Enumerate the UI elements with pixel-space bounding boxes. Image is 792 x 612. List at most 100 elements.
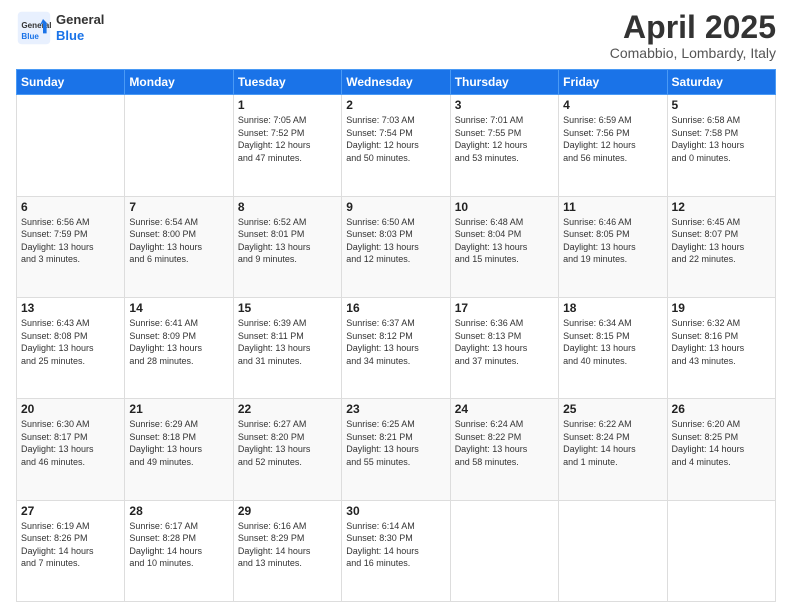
day-info: Sunrise: 7:01 AM Sunset: 7:55 PM Dayligh… [455, 114, 554, 164]
weekday-monday: Monday [125, 70, 233, 95]
day-info: Sunrise: 6:14 AM Sunset: 8:30 PM Dayligh… [346, 520, 445, 570]
calendar-cell: 19 Sunrise: 6:32 AM Sunset: 8:16 PM Dayli… [667, 297, 775, 398]
day-info: Sunrise: 6:41 AM Sunset: 8:09 PM Dayligh… [129, 317, 228, 367]
day-number: 30 [346, 504, 445, 518]
day-info: Sunrise: 6:16 AM Sunset: 8:29 PM Dayligh… [238, 520, 337, 570]
location: Comabbio, Lombardy, Italy [610, 45, 776, 61]
calendar-cell: 10Sunrise: 6:48 AM Sunset: 8:04 PM Dayli… [450, 196, 558, 297]
day-info: Sunrise: 6:19 AM Sunset: 8:26 PM Dayligh… [21, 520, 120, 570]
day-number: 7 [129, 200, 228, 214]
week-row-3: 20Sunrise: 6:30 AM Sunset: 8:17 PM Dayli… [17, 399, 776, 500]
calendar-cell [450, 500, 558, 601]
day-number: 21 [129, 402, 228, 416]
day-number: 24 [455, 402, 554, 416]
day-info: Sunrise: 6:56 AM Sunset: 7:59 PM Dayligh… [21, 216, 120, 266]
calendar-cell: 16 Sunrise: 6:37 AM Sunset: 8:12 PM Dayli… [342, 297, 450, 398]
day-info: Sunrise: 6:39 AM Sunset: 8:11 PM Dayligh… [238, 317, 337, 367]
calendar-cell: 7 Sunrise: 6:54 AM Sunset: 8:00 PM Daylig… [125, 196, 233, 297]
calendar-cell: 17 Sunrise: 6:36 AM Sunset: 8:13 PM Dayli… [450, 297, 558, 398]
weekday-tuesday: Tuesday [233, 70, 341, 95]
calendar-cell: 13 Sunrise: 6:43 AM Sunset: 8:08 PM Dayli… [17, 297, 125, 398]
day-info: Sunrise: 6:54 AM Sunset: 8:00 PM Dayligh… [129, 216, 228, 266]
week-row-2: 13 Sunrise: 6:43 AM Sunset: 8:08 PM Dayli… [17, 297, 776, 398]
calendar-cell: 20Sunrise: 6:30 AM Sunset: 8:17 PM Dayli… [17, 399, 125, 500]
day-info: Sunrise: 6:58 AM Sunset: 7:58 PM Dayligh… [672, 114, 771, 164]
day-info: Sunrise: 6:43 AM Sunset: 8:08 PM Dayligh… [21, 317, 120, 367]
calendar-cell: 28Sunrise: 6:17 AM Sunset: 8:28 PM Dayli… [125, 500, 233, 601]
day-info: Sunrise: 6:52 AM Sunset: 8:01 PM Dayligh… [238, 216, 337, 266]
calendar-cell: 21 Sunrise: 6:29 AM Sunset: 8:18 PM Dayli… [125, 399, 233, 500]
day-number: 8 [238, 200, 337, 214]
day-info: Sunrise: 6:59 AM Sunset: 7:56 PM Dayligh… [563, 114, 662, 164]
title-block: April 2025 Comabbio, Lombardy, Italy [610, 10, 776, 61]
logo-general: General [56, 12, 104, 28]
day-info: Sunrise: 6:25 AM Sunset: 8:21 PM Dayligh… [346, 418, 445, 468]
day-info: Sunrise: 6:32 AM Sunset: 8:16 PM Dayligh… [672, 317, 771, 367]
logo-icon: General Blue [16, 10, 52, 46]
calendar-cell [125, 95, 233, 196]
day-info: Sunrise: 6:50 AM Sunset: 8:03 PM Dayligh… [346, 216, 445, 266]
day-number: 11 [563, 200, 662, 214]
calendar-cell: 11 Sunrise: 6:46 AM Sunset: 8:05 PM Dayli… [559, 196, 667, 297]
week-row-4: 27 Sunrise: 6:19 AM Sunset: 8:26 PM Dayli… [17, 500, 776, 601]
svg-text:General: General [21, 21, 51, 30]
calendar-cell: 26 Sunrise: 6:20 AM Sunset: 8:25 PM Dayli… [667, 399, 775, 500]
calendar-cell: 24 Sunrise: 6:24 AM Sunset: 8:22 PM Dayli… [450, 399, 558, 500]
calendar-cell [559, 500, 667, 601]
day-number: 12 [672, 200, 771, 214]
day-info: Sunrise: 6:22 AM Sunset: 8:24 PM Dayligh… [563, 418, 662, 468]
calendar-cell: 30 Sunrise: 6:14 AM Sunset: 8:30 PM Dayli… [342, 500, 450, 601]
day-number: 29 [238, 504, 337, 518]
day-number: 6 [21, 200, 120, 214]
weekday-header-row: SundayMondayTuesdayWednesdayThursdayFrid… [17, 70, 776, 95]
page: General Blue General Blue April 2025 Com… [0, 0, 792, 612]
calendar-cell: 6 Sunrise: 6:56 AM Sunset: 7:59 PM Daylig… [17, 196, 125, 297]
day-number: 18 [563, 301, 662, 315]
day-number: 26 [672, 402, 771, 416]
day-number: 3 [455, 98, 554, 112]
day-number: 19 [672, 301, 771, 315]
day-info: Sunrise: 6:34 AM Sunset: 8:15 PM Dayligh… [563, 317, 662, 367]
day-number: 22 [238, 402, 337, 416]
logo: General Blue General Blue [16, 10, 104, 46]
day-info: Sunrise: 6:29 AM Sunset: 8:18 PM Dayligh… [129, 418, 228, 468]
day-number: 17 [455, 301, 554, 315]
calendar-cell: 8 Sunrise: 6:52 AM Sunset: 8:01 PM Daylig… [233, 196, 341, 297]
calendar-table: SundayMondayTuesdayWednesdayThursdayFrid… [16, 69, 776, 602]
day-info: Sunrise: 6:27 AM Sunset: 8:20 PM Dayligh… [238, 418, 337, 468]
calendar-cell [17, 95, 125, 196]
calendar-cell: 18 Sunrise: 6:34 AM Sunset: 8:15 PM Dayli… [559, 297, 667, 398]
calendar-cell: 27 Sunrise: 6:19 AM Sunset: 8:26 PM Dayli… [17, 500, 125, 601]
day-number: 5 [672, 98, 771, 112]
day-info: Sunrise: 7:03 AM Sunset: 7:54 PM Dayligh… [346, 114, 445, 164]
weekday-wednesday: Wednesday [342, 70, 450, 95]
calendar-cell: 15Sunrise: 6:39 AM Sunset: 8:11 PM Dayli… [233, 297, 341, 398]
day-info: Sunrise: 6:24 AM Sunset: 8:22 PM Dayligh… [455, 418, 554, 468]
week-row-0: 1Sunrise: 7:05 AM Sunset: 7:52 PM Daylig… [17, 95, 776, 196]
day-info: Sunrise: 6:37 AM Sunset: 8:12 PM Dayligh… [346, 317, 445, 367]
month-title: April 2025 [610, 10, 776, 45]
day-number: 25 [563, 402, 662, 416]
calendar-cell [667, 500, 775, 601]
day-info: Sunrise: 6:36 AM Sunset: 8:13 PM Dayligh… [455, 317, 554, 367]
calendar-cell: 3 Sunrise: 7:01 AM Sunset: 7:55 PM Daylig… [450, 95, 558, 196]
day-number: 20 [21, 402, 120, 416]
day-number: 27 [21, 504, 120, 518]
calendar-cell: 14Sunrise: 6:41 AM Sunset: 8:09 PM Dayli… [125, 297, 233, 398]
calendar-cell: 5 Sunrise: 6:58 AM Sunset: 7:58 PM Daylig… [667, 95, 775, 196]
day-info: Sunrise: 6:17 AM Sunset: 8:28 PM Dayligh… [129, 520, 228, 570]
day-info: Sunrise: 6:48 AM Sunset: 8:04 PM Dayligh… [455, 216, 554, 266]
day-number: 2 [346, 98, 445, 112]
day-number: 23 [346, 402, 445, 416]
weekday-sunday: Sunday [17, 70, 125, 95]
day-info: Sunrise: 6:46 AM Sunset: 8:05 PM Dayligh… [563, 216, 662, 266]
calendar-cell: 12Sunrise: 6:45 AM Sunset: 8:07 PM Dayli… [667, 196, 775, 297]
day-number: 13 [21, 301, 120, 315]
calendar-cell: 1Sunrise: 7:05 AM Sunset: 7:52 PM Daylig… [233, 95, 341, 196]
day-number: 16 [346, 301, 445, 315]
weekday-thursday: Thursday [450, 70, 558, 95]
week-row-1: 6 Sunrise: 6:56 AM Sunset: 7:59 PM Daylig… [17, 196, 776, 297]
day-info: Sunrise: 6:20 AM Sunset: 8:25 PM Dayligh… [672, 418, 771, 468]
header: General Blue General Blue April 2025 Com… [16, 10, 776, 61]
calendar-cell: 23 Sunrise: 6:25 AM Sunset: 8:21 PM Dayli… [342, 399, 450, 500]
